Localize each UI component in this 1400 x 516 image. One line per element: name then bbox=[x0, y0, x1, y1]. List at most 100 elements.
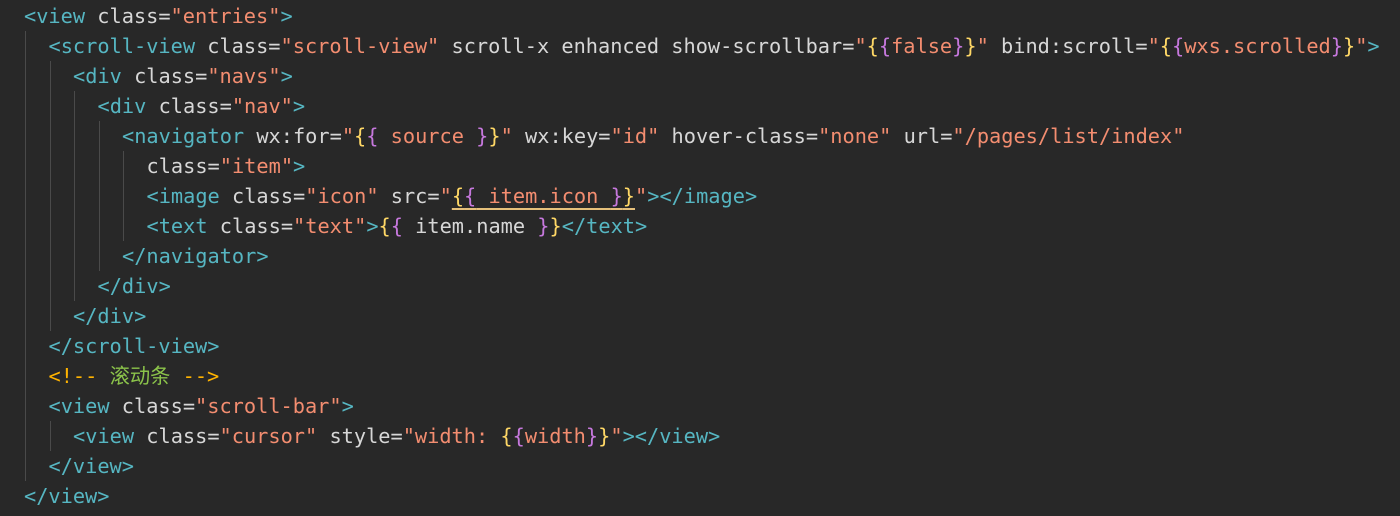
code-token: "scroll-bar" bbox=[195, 394, 342, 418]
code-line[interactable]: </view> bbox=[0, 481, 1400, 511]
code-line[interactable]: <!-- 滚动条 --> bbox=[0, 361, 1400, 391]
code-token: class= bbox=[219, 184, 306, 208]
code-line[interactable]: <navigator wx:for="{{ source }}" wx:key=… bbox=[0, 121, 1400, 151]
code-token: wx:key= bbox=[512, 124, 611, 148]
indent-guide bbox=[49, 121, 51, 151]
indent-guide bbox=[49, 91, 51, 121]
code-token: text bbox=[586, 214, 635, 238]
code-token: image bbox=[683, 184, 745, 208]
indent-guide bbox=[74, 271, 75, 301]
indent-guide bbox=[49, 241, 51, 271]
code-token: } bbox=[476, 124, 489, 148]
code-token: div bbox=[109, 94, 147, 118]
indent-guide bbox=[25, 391, 26, 421]
code-line[interactable]: <view class="entries"> bbox=[0, 1, 1400, 31]
code-token: </ bbox=[48, 454, 73, 478]
indent-guide bbox=[25, 271, 26, 301]
code-text: class="item"> bbox=[147, 151, 306, 181]
code-line[interactable]: </div> bbox=[0, 271, 1400, 301]
code-token: { bbox=[878, 34, 892, 58]
code-token: { bbox=[354, 124, 367, 148]
code-token: > bbox=[1367, 34, 1380, 58]
code-token: "text" bbox=[293, 214, 367, 238]
indent-guide bbox=[49, 271, 51, 301]
code-token: } bbox=[622, 184, 636, 208]
code-token: view bbox=[36, 4, 86, 28]
code-token: } bbox=[598, 424, 611, 448]
code-token: </ bbox=[73, 304, 98, 328]
code-token: { bbox=[512, 424, 525, 448]
code-text: <div class="nav"> bbox=[98, 91, 306, 121]
code-line[interactable]: class="item"> bbox=[0, 151, 1400, 181]
code-token: src= bbox=[378, 184, 440, 208]
code-token: < bbox=[48, 394, 61, 418]
code-token: } bbox=[585, 424, 599, 448]
code-token: } bbox=[549, 214, 562, 238]
indent-guide bbox=[98, 181, 100, 211]
indent-guide bbox=[98, 241, 100, 271]
code-token: ></ bbox=[622, 424, 660, 448]
code-line[interactable]: <text class="text">{{ item.name }}</text… bbox=[0, 211, 1400, 241]
code-token: "cursor" bbox=[219, 424, 318, 448]
code-token: < bbox=[146, 214, 159, 238]
code-token: scroll-x enhanced show-scrollbar= bbox=[439, 34, 855, 58]
code-token: false bbox=[891, 34, 953, 58]
code-token: item.icon bbox=[476, 184, 611, 208]
code-token: < bbox=[146, 184, 159, 208]
code-token: " bbox=[341, 124, 355, 148]
code-token: scroll-view bbox=[60, 34, 196, 58]
code-token: > bbox=[158, 274, 171, 298]
code-token: </ bbox=[24, 484, 49, 508]
code-editor[interactable]: <view class="entries"> <scroll-view class… bbox=[0, 0, 1400, 516]
code-token: "item" bbox=[219, 154, 294, 178]
indent-guide bbox=[98, 151, 100, 181]
code-token: < bbox=[48, 34, 61, 58]
code-token: { bbox=[366, 124, 379, 148]
code-line[interactable]: <image class="icon" src="{{ item.icon }}… bbox=[0, 181, 1400, 211]
code-token: > bbox=[207, 334, 220, 358]
code-token: </ bbox=[97, 274, 122, 298]
code-line[interactable]: <view class="scroll-bar"> bbox=[0, 391, 1400, 421]
code-token: class= bbox=[195, 34, 281, 58]
code-line[interactable]: <view class="cursor" style="width: {{wid… bbox=[0, 421, 1400, 451]
code-token: < bbox=[97, 94, 110, 118]
code-text: <view class="entries"> bbox=[24, 1, 293, 31]
code-token: wx:for= bbox=[244, 124, 342, 148]
code-token: { bbox=[390, 214, 403, 238]
code-token: } bbox=[1330, 34, 1343, 58]
indent-guide bbox=[25, 181, 26, 211]
code-token: "entries" bbox=[170, 4, 281, 28]
indent-guide bbox=[123, 181, 124, 211]
code-token: { bbox=[1172, 34, 1185, 58]
indent-guide bbox=[123, 151, 124, 181]
code-token: class= bbox=[134, 424, 220, 448]
code-line[interactable]: </view> bbox=[0, 451, 1400, 481]
code-token: < bbox=[73, 424, 86, 448]
code-token: > bbox=[708, 424, 721, 448]
code-token: bind:scroll= bbox=[988, 34, 1148, 58]
code-line[interactable]: </scroll-view> bbox=[0, 331, 1400, 361]
code-token: ></ bbox=[647, 184, 684, 208]
code-token: > bbox=[280, 64, 293, 88]
indent-guide bbox=[74, 151, 75, 181]
code-line[interactable]: <div class="navs"> bbox=[0, 61, 1400, 91]
code-token: 滚动条 bbox=[109, 364, 171, 388]
code-line[interactable]: </div> bbox=[0, 301, 1400, 331]
code-token: { bbox=[464, 184, 477, 208]
code-token: class= bbox=[207, 214, 294, 238]
code-token: { bbox=[451, 184, 465, 208]
code-token: hover-class= bbox=[659, 124, 819, 148]
indent-guide bbox=[74, 211, 75, 241]
code-token: } bbox=[964, 34, 977, 58]
code-token: scroll-view bbox=[72, 334, 208, 358]
code-token: "nav" bbox=[231, 94, 293, 118]
code-text: </view> bbox=[49, 451, 134, 481]
code-token: view bbox=[72, 454, 122, 478]
code-line[interactable]: <scroll-view class="scroll-view" scroll-… bbox=[0, 31, 1400, 61]
code-line[interactable]: </navigator> bbox=[0, 241, 1400, 271]
indent-guide bbox=[25, 151, 26, 181]
code-token: "id" bbox=[610, 124, 660, 148]
code-line[interactable]: <div class="nav"> bbox=[0, 91, 1400, 121]
code-token: " bbox=[439, 184, 452, 208]
indent-guide bbox=[25, 451, 26, 481]
